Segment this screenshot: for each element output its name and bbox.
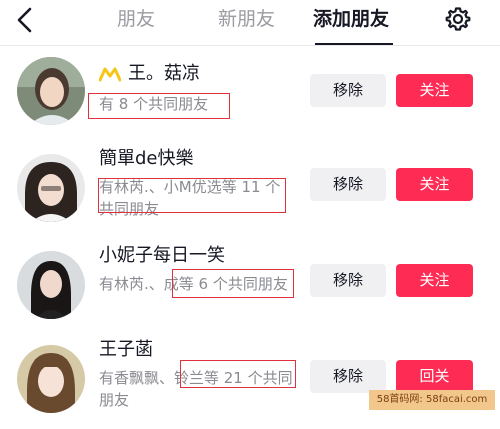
follow-button[interactable]: 关注 — [396, 264, 473, 297]
highlight-box — [88, 93, 230, 119]
list-item[interactable]: 王子菡 有香飘飘、铃兰等 21 个共同朋友 移除 回关 — [0, 334, 500, 429]
remove-button[interactable]: 移除 — [310, 264, 386, 297]
list-item[interactable]: 簡單de快樂 有林芮.、小M优选等 11 个共同朋友 移除 关注 — [0, 143, 500, 238]
remove-button[interactable]: 移除 — [310, 74, 386, 107]
top-bar: 朋友 新朋友 添加朋友 — [0, 0, 500, 45]
remove-button[interactable]: 移除 — [310, 168, 386, 201]
user-name: 小妮子每日一笑 — [99, 245, 225, 266]
avatar[interactable] — [17, 154, 85, 222]
highlight-box — [98, 178, 286, 213]
follow-button[interactable]: 关注 — [396, 168, 473, 201]
tab-friends[interactable]: 朋友 — [117, 6, 155, 32]
follow-button[interactable]: 关注 — [396, 74, 473, 107]
crown-icon — [99, 67, 121, 82]
list-item[interactable]: 小妮子每日一笑 有林芮.、成等 6 个共同朋友 移除 关注 — [0, 240, 500, 335]
list-item[interactable]: 王。菇凉 有 8 个共同朋友 移除 关注 — [0, 46, 500, 141]
gear-icon[interactable] — [445, 6, 471, 32]
tab-add-friends[interactable]: 添加朋友 — [313, 6, 389, 32]
chevron-left-icon[interactable] — [10, 4, 42, 36]
tab-new-friends[interactable]: 新朋友 — [218, 6, 275, 32]
highlight-box — [180, 360, 296, 388]
user-name: 王子菡 — [99, 339, 153, 360]
avatar[interactable] — [17, 251, 85, 319]
follow-back-button[interactable]: 回关 — [396, 360, 473, 393]
user-name: 王。菇凉 — [128, 63, 200, 84]
watermark: 58首码网: 58facai.com — [369, 390, 495, 410]
highlight-box — [172, 269, 294, 298]
avatar[interactable] — [17, 345, 85, 413]
avatar[interactable] — [17, 57, 85, 125]
user-name: 簡單de快樂 — [99, 148, 194, 169]
remove-button[interactable]: 移除 — [310, 360, 386, 393]
